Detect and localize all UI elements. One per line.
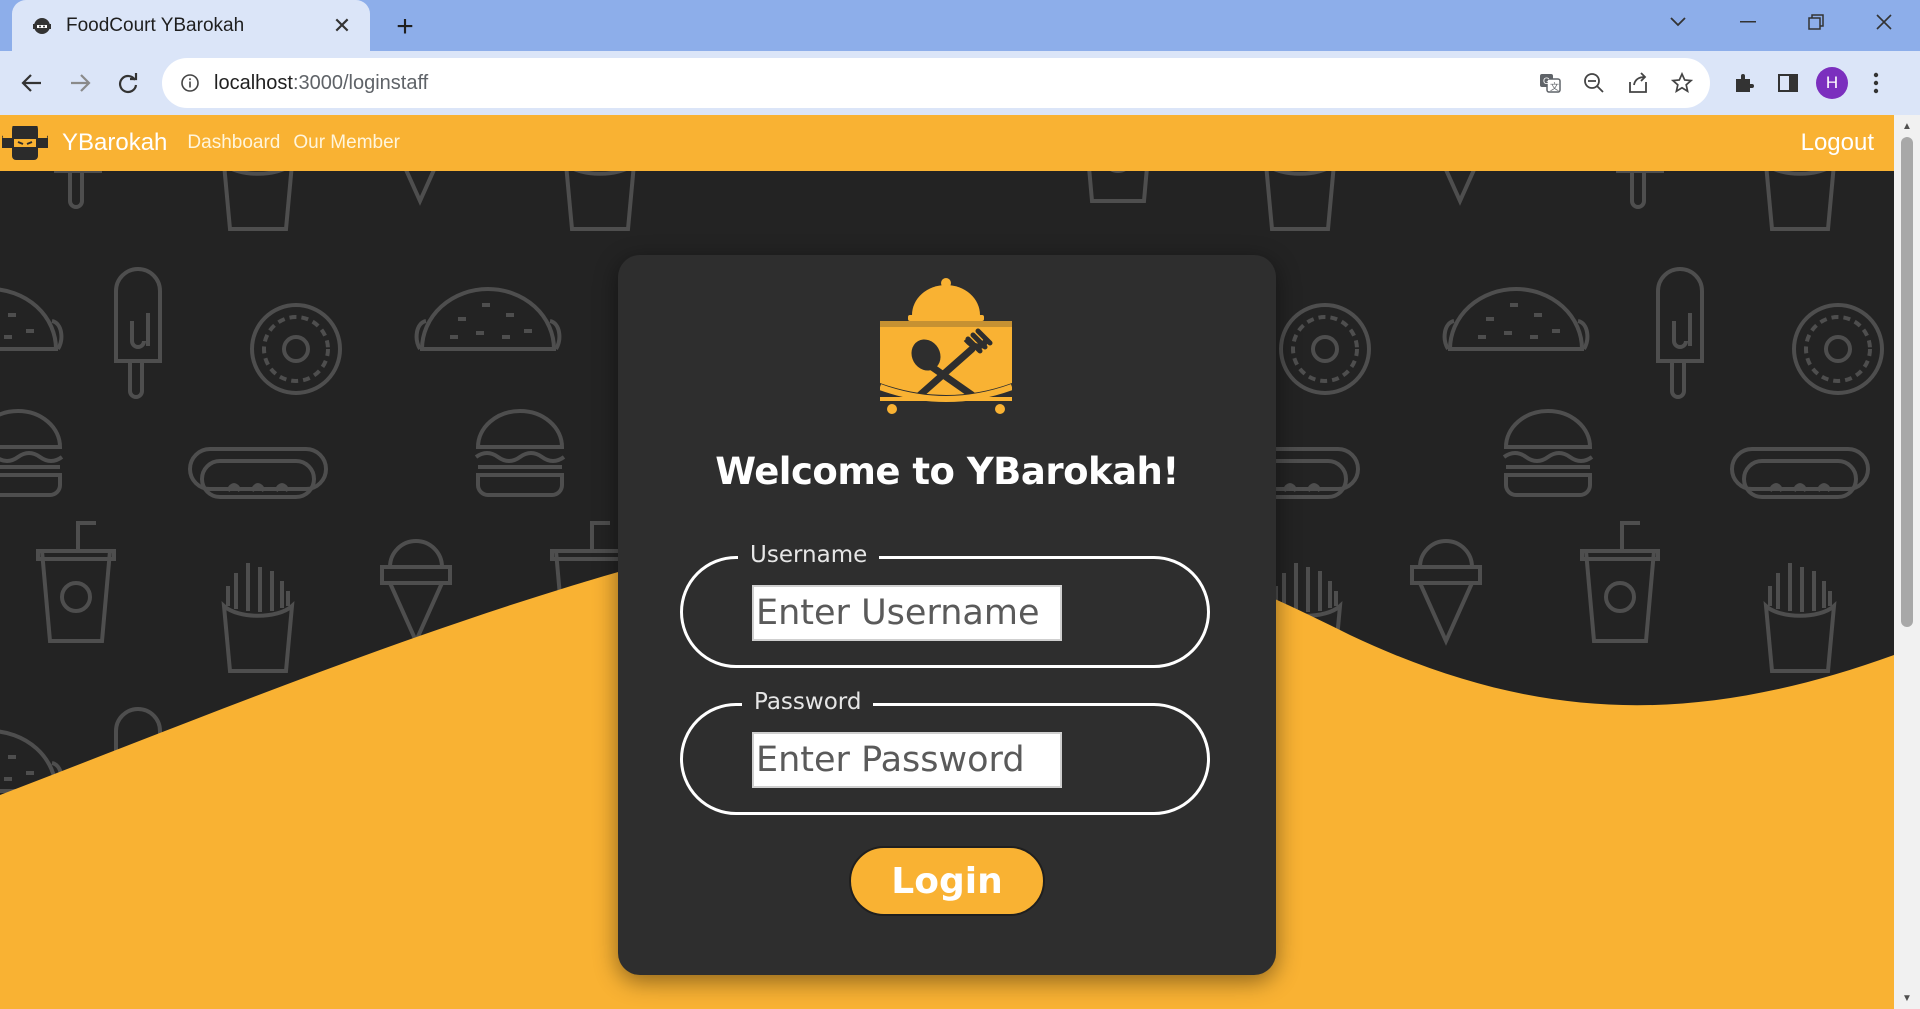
extensions-puzzle-icon[interactable] [1722,61,1766,105]
password-field-group: Password [680,689,1210,815]
reload-icon[interactable] [108,63,148,103]
back-icon[interactable] [12,63,52,103]
username-input[interactable] [752,585,1062,641]
side-panel-icon[interactable] [1766,61,1810,105]
url-path: :3000/loginstaff [292,71,429,94]
restore-icon[interactable] [1794,6,1838,38]
browser-tab-strip: FoodCourt YBarokah ✕ + [0,0,1920,51]
url-host: localhost [214,71,293,94]
browser-tab[interactable]: FoodCourt YBarokah ✕ [12,0,370,51]
logout-link[interactable]: Logout [1801,129,1874,157]
food-cart-logo-icon [880,278,1012,414]
username-label: Username [738,542,880,568]
scroll-up-arrow-icon[interactable]: ▲ [1900,119,1914,133]
password-label: Password [742,689,874,715]
browser-menu-icon[interactable] [1854,61,1898,105]
username-field-group: Username [680,542,1210,668]
tab-search-chevron-icon[interactable] [1656,6,1700,38]
ninja-logo-icon[interactable] [2,123,48,163]
minimize-icon[interactable] [1726,6,1770,38]
page-scrollbar[interactable]: ▲ ▼ [1894,115,1920,1009]
forward-icon[interactable] [60,63,100,103]
close-window-icon[interactable] [1862,6,1906,38]
nav-link-dashboard[interactable]: Dashboard [187,132,280,154]
tab-title: FoodCourt YBarokah [66,14,245,36]
nav-link-our-member[interactable]: Our Member [293,132,400,154]
site-navbar: YBarokah Dashboard Our Member Logout [0,115,1894,171]
translate-icon[interactable]: G文 [1528,61,1572,105]
close-tab-icon[interactable]: ✕ [328,12,356,40]
share-icon[interactable] [1616,61,1660,105]
page-title: Welcome to YBarokah! [715,450,1179,493]
avatar: H [1816,67,1848,99]
new-tab-icon[interactable]: + [388,10,422,44]
scroll-down-arrow-icon[interactable]: ▼ [1900,991,1914,1005]
ninja-favicon-icon [30,14,54,38]
zoom-out-icon[interactable] [1572,61,1616,105]
svg-text:G: G [1543,76,1550,86]
page-viewport: YBarokah Dashboard Our Member Logout Wel… [0,115,1894,1009]
bookmark-star-icon[interactable] [1660,61,1704,105]
login-card: Welcome to YBarokah! Username Password L… [618,255,1276,975]
login-button[interactable]: Login [849,846,1045,916]
site-info-icon[interactable] [178,71,202,95]
address-bar[interactable]: localhost:3000/loginstaff G文 [162,58,1710,108]
password-input[interactable] [752,732,1062,788]
svg-text:文: 文 [1550,81,1559,92]
scrollbar-thumb[interactable] [1901,137,1913,627]
browser-toolbar: localhost:3000/loginstaff G文 H [0,51,1920,115]
brand-name[interactable]: YBarokah [62,129,167,157]
profile-avatar[interactable]: H [1810,61,1854,105]
url-text[interactable]: localhost:3000/loginstaff [214,72,1528,95]
